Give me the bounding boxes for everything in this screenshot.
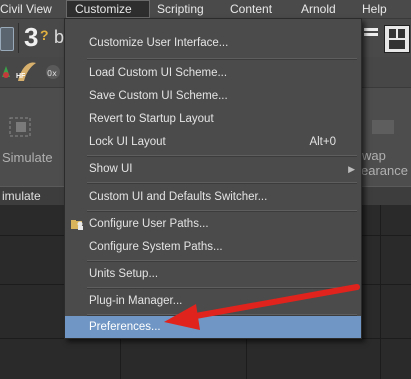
annotation-arrow-icon <box>164 284 360 330</box>
